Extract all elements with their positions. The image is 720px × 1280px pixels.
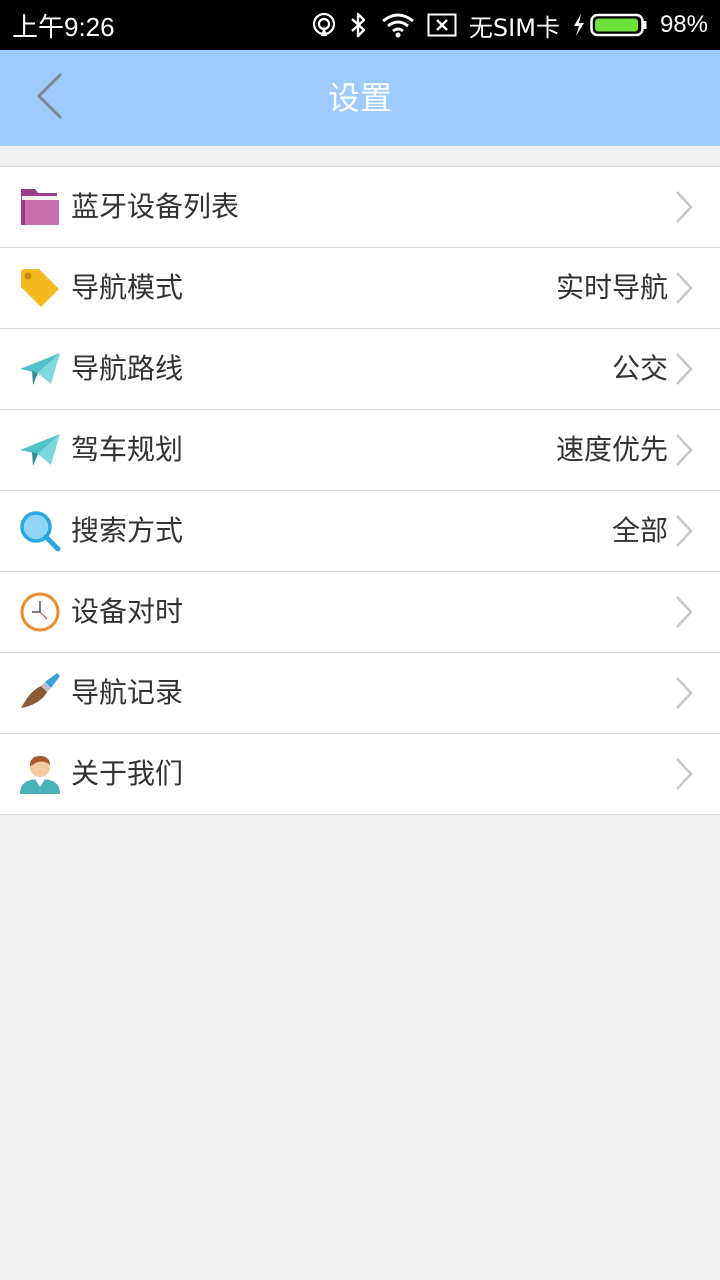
no-sim-icon bbox=[427, 13, 457, 37]
brush-icon bbox=[18, 671, 62, 715]
hotspot-icon bbox=[311, 12, 337, 38]
battery-icon bbox=[590, 13, 648, 37]
setting-row-driving-plan[interactable]: 驾车规划 速度优先 bbox=[0, 410, 720, 491]
chevron-right-icon bbox=[674, 352, 694, 386]
setting-label: 蓝牙设备列表 bbox=[71, 190, 240, 223]
status-icons: 无SIM卡 98% bbox=[311, 8, 708, 43]
chevron-right-icon bbox=[674, 271, 694, 305]
folder-icon bbox=[18, 185, 62, 229]
sim-status-text: 无SIM卡 bbox=[468, 13, 560, 42]
chevron-right-icon bbox=[674, 595, 694, 629]
setting-value: 速度优先 bbox=[555, 433, 668, 466]
bluetooth-icon bbox=[349, 11, 369, 39]
setting-label: 搜索方式 bbox=[71, 514, 184, 547]
chevron-right-icon bbox=[674, 757, 694, 791]
setting-row-bluetooth-devices[interactable]: 蓝牙设备列表 bbox=[0, 167, 720, 248]
setting-value: 公交 bbox=[611, 352, 668, 385]
setting-label: 驾车规划 bbox=[71, 433, 184, 466]
setting-label: 导航模式 bbox=[71, 271, 184, 304]
chevron-right-icon bbox=[674, 514, 694, 548]
setting-row-navigation-history[interactable]: 导航记录 bbox=[0, 653, 720, 734]
setting-row-search-method[interactable]: 搜索方式 全部 bbox=[0, 491, 720, 572]
chevron-right-icon bbox=[674, 190, 694, 224]
setting-value: 全部 bbox=[611, 514, 668, 547]
setting-label: 设备对时 bbox=[71, 595, 184, 628]
clock-icon bbox=[18, 590, 62, 634]
user-icon bbox=[18, 752, 62, 796]
setting-row-about-us[interactable]: 关于我们 bbox=[0, 734, 720, 815]
status-bar: 上午9:26 无SIM卡 98% bbox=[0, 0, 720, 50]
status-time: 上午9:26 bbox=[12, 11, 115, 42]
search-icon bbox=[18, 509, 62, 553]
wifi-icon bbox=[381, 12, 415, 38]
setting-label: 关于我们 bbox=[71, 757, 184, 790]
back-button[interactable] bbox=[24, 70, 76, 126]
setting-label: 导航路线 bbox=[71, 352, 184, 385]
tag-icon bbox=[18, 266, 62, 310]
setting-label: 导航记录 bbox=[71, 676, 184, 709]
paper-plane-icon bbox=[18, 347, 62, 391]
chevron-right-icon bbox=[674, 433, 694, 467]
chevron-left-icon bbox=[35, 71, 65, 125]
page-title: 设置 bbox=[327, 79, 392, 117]
setting-row-device-time-sync[interactable]: 设备对时 bbox=[0, 572, 720, 653]
chevron-right-icon bbox=[674, 676, 694, 710]
header-bar: 设置 bbox=[0, 50, 720, 146]
settings-list: 蓝牙设备列表 导航模式 实时导航 导航路线 公交 驾车规划 速度优先 搜索方式 … bbox=[0, 166, 720, 815]
paper-plane-icon bbox=[18, 428, 62, 472]
battery-fill bbox=[594, 18, 639, 32]
setting-row-navigation-mode[interactable]: 导航模式 实时导航 bbox=[0, 248, 720, 329]
setting-value: 实时导航 bbox=[555, 271, 668, 304]
battery-percent: 98% bbox=[659, 11, 708, 38]
battery bbox=[572, 13, 648, 37]
charging-icon bbox=[572, 13, 586, 37]
setting-row-navigation-route[interactable]: 导航路线 公交 bbox=[0, 329, 720, 410]
